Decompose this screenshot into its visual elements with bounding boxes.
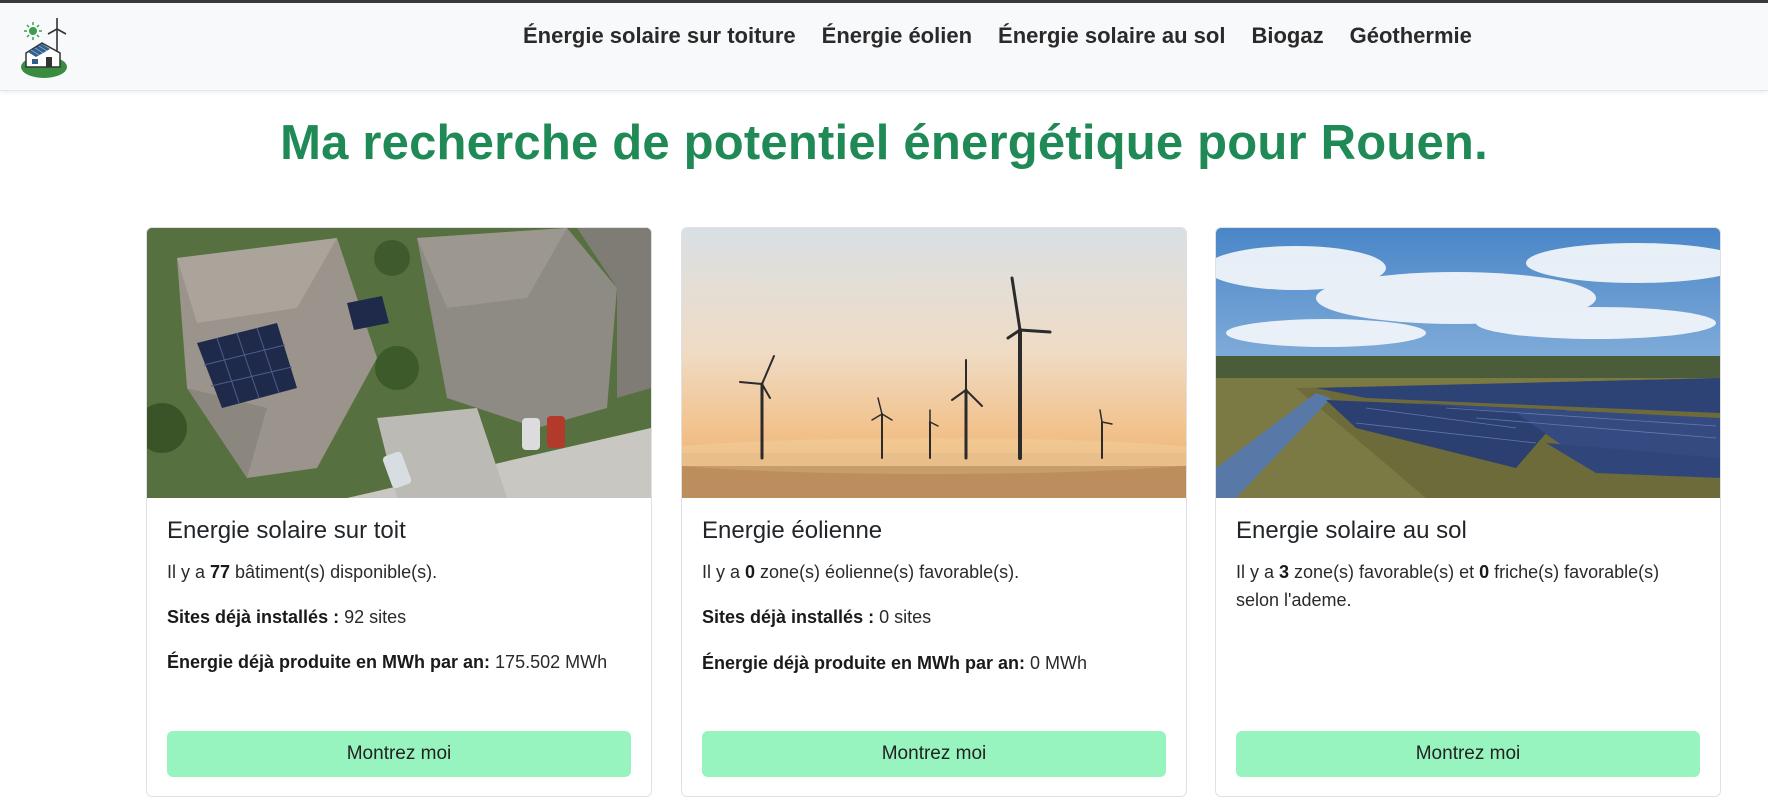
favorable-zones-count: 3 xyxy=(1279,562,1290,582)
buildings-count: 77 xyxy=(210,562,231,582)
nav-link-eolien[interactable]: Énergie éolien xyxy=(809,19,985,53)
sites-installed: Sites déjà installés : 92 sites xyxy=(167,607,407,627)
navbar: Énergie solaire sur toiture Énergie éoli… xyxy=(0,3,1768,91)
nav-link-solaire-sol[interactable]: Énergie solaire au sol xyxy=(985,19,1238,53)
card-body: Energie éolienne Il y a 0 zone(s) éolien… xyxy=(702,512,1168,678)
card-body: Energie solaire sur toit Il y a 77 bâtim… xyxy=(167,512,633,677)
card-title: Energie solaire sur toit xyxy=(167,517,406,544)
card-solaire-sol: Energie solaire au sol Il y a 3 zone(s) … xyxy=(1215,227,1721,797)
card-body: Energie solaire au sol Il y a 3 zone(s) … xyxy=(1236,512,1702,614)
nav-link-geothermie[interactable]: Géothermie xyxy=(1337,19,1485,53)
favorable-friches-count: 0 xyxy=(1479,562,1490,582)
house-solar-wind-logo-icon[interactable] xyxy=(20,17,70,79)
wind-zones-count: 0 xyxy=(745,562,756,582)
energy-produced: Énergie déjà produite en MWh par an: 175… xyxy=(167,652,608,672)
show-me-button[interactable]: Montrez moi xyxy=(1236,731,1700,777)
card-title: Energie solaire au sol xyxy=(1236,517,1467,544)
rooftop-solar-image xyxy=(147,228,651,498)
card-text: Il y a 77 bâtiment(s) disponible(s). xyxy=(167,562,438,582)
show-me-button[interactable]: Montrez moi xyxy=(702,731,1166,777)
card-title: Energie éolienne xyxy=(702,517,883,544)
card-text: Il y a 0 zone(s) éolienne(s) favorable(s… xyxy=(702,562,1020,582)
card-text: Il y a 3 zone(s) favorable(s) et 0 frich… xyxy=(1236,562,1660,610)
card-eolienne: Energie éolienne Il y a 0 zone(s) éolien… xyxy=(681,227,1187,797)
sites-installed: Sites déjà installés : 0 sites xyxy=(702,607,932,627)
energy-produced: Énergie déjà produite en MWh par an: 0 M… xyxy=(702,653,1088,673)
show-me-button[interactable]: Montrez moi xyxy=(167,731,631,777)
page-title: Ma recherche de potentiel énergétique po… xyxy=(280,116,1488,170)
wind-turbines-image xyxy=(682,228,1186,498)
card-solaire-toit: Energie solaire sur toit Il y a 77 bâtim… xyxy=(146,227,652,797)
ground-solar-farm-image xyxy=(1216,228,1720,498)
nav-link-solaire-toiture[interactable]: Énergie solaire sur toiture xyxy=(510,19,809,53)
nav-links: Énergie solaire sur toiture Énergie éoli… xyxy=(510,19,1485,53)
nav-link-biogaz[interactable]: Biogaz xyxy=(1238,19,1336,53)
